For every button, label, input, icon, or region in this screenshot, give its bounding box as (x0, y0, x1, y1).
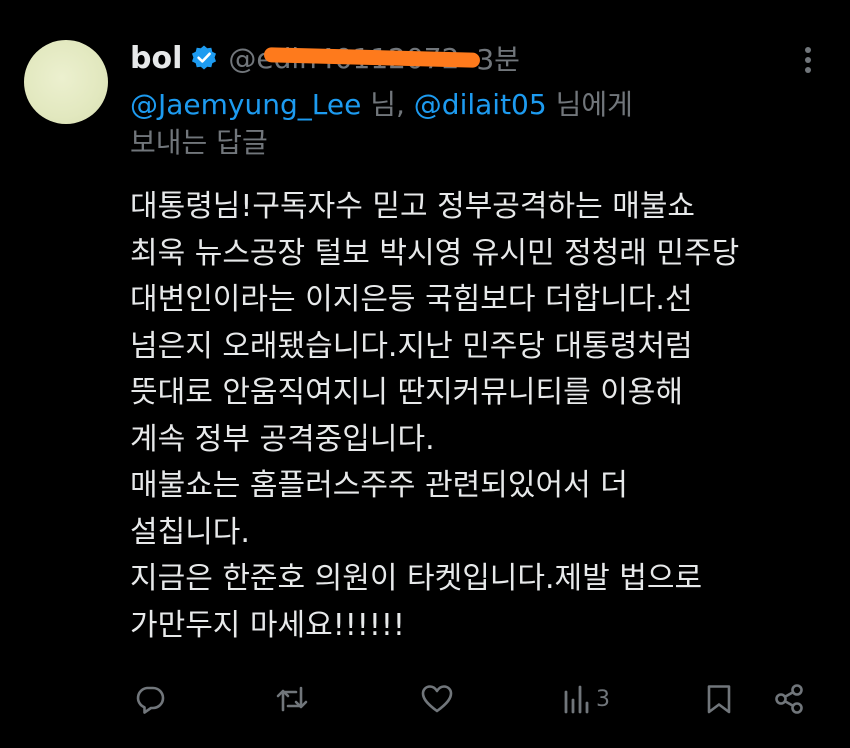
mention-link[interactable]: @Jaemyung_Lee (130, 88, 361, 121)
retweet-icon (274, 683, 310, 715)
verified-badge-icon (190, 44, 218, 72)
tweet-text-line: 대통령님!구독자수 믿고 정부공격하는 매불쇼 (130, 189, 696, 224)
action-bar: 3 (0, 674, 850, 724)
reply-button[interactable] (134, 674, 166, 724)
display-name[interactable]: bol (130, 41, 182, 76)
heart-icon (420, 683, 454, 715)
like-button[interactable] (420, 674, 454, 724)
share-icon (773, 683, 805, 715)
tweet-text-line: 설칩니다. (130, 514, 250, 550)
mention-link[interactable]: @dilait05 (414, 88, 547, 121)
tweet-text-line: 계속 정부 공격중입니다. (130, 421, 435, 457)
reply-context-text: 님, (361, 88, 414, 121)
tweet-text-line: 뜻대로 안움직여지니 딴지커뮤니티를 이용해 (130, 375, 684, 410)
share-button[interactable] (773, 674, 805, 724)
reply-icon (134, 683, 166, 715)
reply-context: @Jaemyung_Lee 님, @dilait05 님에게 보내는 답글 (130, 86, 770, 162)
tweet-text-line: 지금은 한준호 의원이 타켓입니다.제발 법으로 (130, 561, 703, 596)
timestamp[interactable]: 3분 (476, 38, 520, 78)
views-count: 3 (596, 686, 610, 712)
avatar[interactable] (24, 40, 108, 124)
bookmark-button[interactable] (705, 674, 733, 724)
tweet-text: 대통령님!구독자수 믿고 정부공격하는 매불쇼 최욱 뉴스공장 털보 박시영 유… (130, 184, 830, 649)
tweet-card[interactable]: bol @edin40112072 · 3분 @Jaemyung_Lee 님, … (0, 0, 850, 748)
bookmark-icon (705, 683, 733, 715)
tweet-text-line: 최욱 뉴스공장 털보 박시영 유시민 정청래 민주당 (130, 235, 740, 271)
more-options-button[interactable] (793, 44, 823, 76)
tweet-text-line: 가만두지 마세요!!!!!! (130, 607, 405, 643)
views-button[interactable]: 3 (562, 674, 610, 724)
tweet-text-line: 매불쇼는 홈플러스주주 관련되있어서 더 (130, 468, 628, 503)
user-handle[interactable]: @edin40112072 (228, 42, 481, 75)
more-dots-icon (793, 47, 823, 80)
views-chart-icon (562, 683, 590, 715)
tweet-text-line: 대변인이라는 이지은등 국힘보다 더합니다.선 (130, 282, 693, 317)
tweet-text-line: 넘은지 오래됐습니다.지난 민주당 대통령처럼 (130, 328, 693, 364)
tweet-header: bol @edin40112072 · 3분 (130, 36, 520, 80)
reply-context-text: 님에게 (546, 88, 633, 121)
retweet-button[interactable] (274, 674, 310, 724)
reply-context-text: 보내는 답글 (130, 126, 268, 159)
